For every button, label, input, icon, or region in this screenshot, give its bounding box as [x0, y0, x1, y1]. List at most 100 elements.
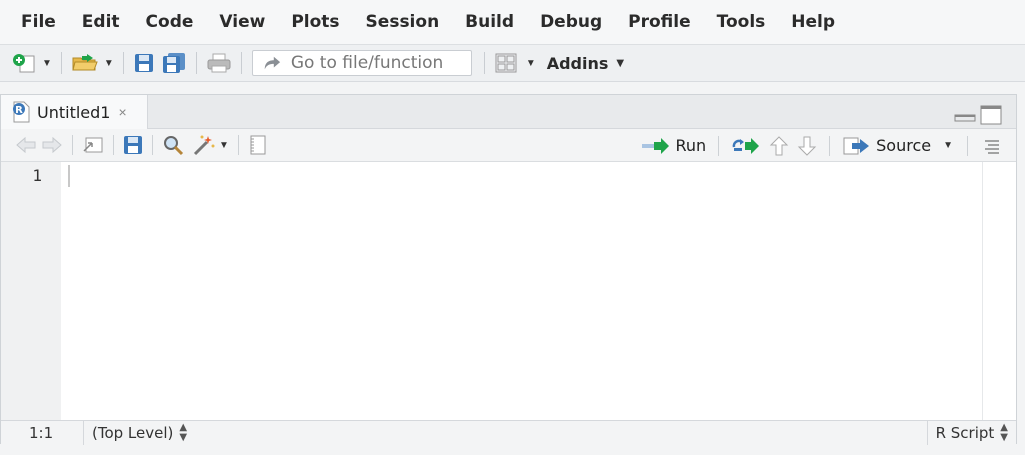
- menu-bar: File Edit Code View Plots Session Build …: [0, 0, 1025, 44]
- chevron-down-icon[interactable]: ▼: [943, 140, 953, 151]
- maximize-pane-icon[interactable]: [980, 105, 1002, 125]
- save-icon: [124, 136, 142, 154]
- toolbar-divider: [195, 52, 197, 74]
- code-tools-button[interactable]: ▼: [188, 132, 233, 158]
- menu-help[interactable]: Help: [778, 0, 848, 44]
- vertical-scrollbar[interactable]: [982, 162, 1016, 420]
- goto-arrow-icon: [264, 56, 280, 70]
- save-icon: [134, 54, 153, 72]
- scope-selector[interactable]: (Top Level) ▲ ▼: [84, 421, 188, 443]
- line-number: 1: [32, 166, 42, 185]
- cursor-position: 1:1: [1, 420, 84, 445]
- arrow-up-icon: [769, 135, 789, 155]
- menu-session[interactable]: Session: [353, 0, 453, 44]
- goto-input[interactable]: [290, 53, 471, 73]
- file-type-label: R Script: [935, 424, 995, 442]
- toolbar-divider: [152, 135, 153, 155]
- code-area[interactable]: [61, 162, 982, 420]
- source-label: Source: [876, 136, 932, 155]
- notebook-icon: [250, 135, 266, 155]
- tab-label: Untitled1: [37, 102, 111, 122]
- new-file-icon: [13, 54, 35, 73]
- menu-build[interactable]: Build: [452, 0, 527, 44]
- save-button[interactable]: [130, 49, 158, 77]
- menu-file[interactable]: File: [8, 0, 69, 44]
- arrow-down-icon: [797, 136, 817, 156]
- magnifier-icon: [164, 136, 184, 156]
- r-logo-letter: R: [15, 105, 23, 116]
- menu-debug[interactable]: Debug: [527, 0, 615, 44]
- r-script-icon: R: [13, 101, 30, 123]
- addins-label: Addins: [546, 53, 609, 73]
- print-button[interactable]: [203, 49, 235, 77]
- open-file-button[interactable]: ▼: [68, 49, 117, 77]
- editor-status-bar: 1:1 (Top Level) ▲ ▼ R Script ▲ ▼: [1, 420, 1016, 445]
- pane-controls: [954, 105, 1002, 125]
- go-to-previous-section-button[interactable]: [765, 133, 793, 159]
- toolbar-divider: [72, 135, 73, 155]
- toolbar-divider: [113, 135, 114, 155]
- text-cursor: [68, 165, 70, 187]
- workspace-panes-button[interactable]: ▼: [491, 49, 539, 77]
- editor-toolbar-right: Run Source ▼: [637, 129, 1006, 162]
- code-editor: 1: [1, 162, 1016, 420]
- rerun-icon: [732, 137, 760, 154]
- toolbar-divider: [240, 52, 242, 74]
- source-button[interactable]: Source ▼: [838, 133, 957, 159]
- save-all-button[interactable]: [158, 49, 190, 77]
- menu-code[interactable]: Code: [133, 0, 207, 44]
- chevron-down-icon: ▼: [219, 139, 229, 151]
- tab-bar: R Untitled1 ×: [1, 95, 1016, 129]
- outline-icon: [985, 139, 999, 154]
- chevron-down-icon: ▼: [616, 57, 625, 69]
- toolbar-divider: [237, 135, 239, 155]
- arrow-left-icon: [16, 136, 36, 154]
- toolbar-divider: [718, 135, 720, 156]
- source-arrow-icon: [843, 137, 870, 154]
- chevron-down-icon: ▼: [525, 57, 536, 69]
- popout-icon: [83, 137, 103, 153]
- find-replace-button[interactable]: [158, 132, 188, 158]
- go-to-next-section-button[interactable]: [793, 133, 821, 159]
- print-icon: [207, 53, 231, 73]
- updown-arrows-icon: ▲ ▼: [1000, 422, 1008, 443]
- toolbar-divider: [829, 135, 831, 156]
- updown-arrows-icon: ▲ ▼: [179, 421, 188, 443]
- magic-wand-icon: [193, 135, 215, 156]
- go-back-button[interactable]: [11, 132, 41, 158]
- goto-file-function[interactable]: [251, 50, 472, 76]
- save-all-icon: [162, 53, 185, 73]
- menu-edit[interactable]: Edit: [69, 0, 133, 44]
- compile-report-button[interactable]: [244, 132, 272, 158]
- rerun-button[interactable]: [727, 133, 765, 159]
- menu-plots[interactable]: Plots: [278, 0, 352, 44]
- arrow-right-icon: [42, 136, 62, 154]
- addins-menu[interactable]: Addins ▼: [547, 54, 624, 73]
- new-file-button[interactable]: ▼: [8, 49, 55, 77]
- save-current-button[interactable]: [119, 132, 147, 158]
- editor-toolbar: ▼ Run Source ▼: [1, 129, 1016, 162]
- menu-tools[interactable]: Tools: [704, 0, 779, 44]
- toolbar-divider: [60, 52, 62, 74]
- panes-grid-icon: [495, 53, 517, 73]
- menu-view[interactable]: View: [206, 0, 278, 44]
- run-arrow-icon: [642, 137, 670, 154]
- tab-untitled1[interactable]: R Untitled1 ×: [1, 95, 148, 129]
- run-button[interactable]: Run: [637, 133, 710, 159]
- document-outline-button[interactable]: [978, 133, 1006, 159]
- line-number-gutter: 1: [1, 162, 61, 420]
- menu-profile[interactable]: Profile: [615, 0, 703, 44]
- minimize-pane-icon[interactable]: [954, 105, 976, 123]
- go-forward-button[interactable]: [41, 132, 67, 158]
- file-type-selector[interactable]: R Script ▲ ▼: [926, 421, 1016, 445]
- folder-open-icon: [72, 54, 98, 71]
- toolbar-divider: [122, 52, 124, 74]
- main-toolbar: ▼ ▼ Go to file/function ▼ Addins ▼: [0, 44, 1025, 82]
- toolbar-divider: [483, 52, 485, 74]
- chevron-down-icon: ▼: [103, 57, 114, 69]
- show-in-window-button[interactable]: [78, 132, 108, 158]
- toolbar-divider: [967, 135, 968, 156]
- chevron-down-icon: ▼: [42, 57, 52, 69]
- close-icon[interactable]: ×: [118, 104, 126, 120]
- run-label: Run: [675, 136, 707, 155]
